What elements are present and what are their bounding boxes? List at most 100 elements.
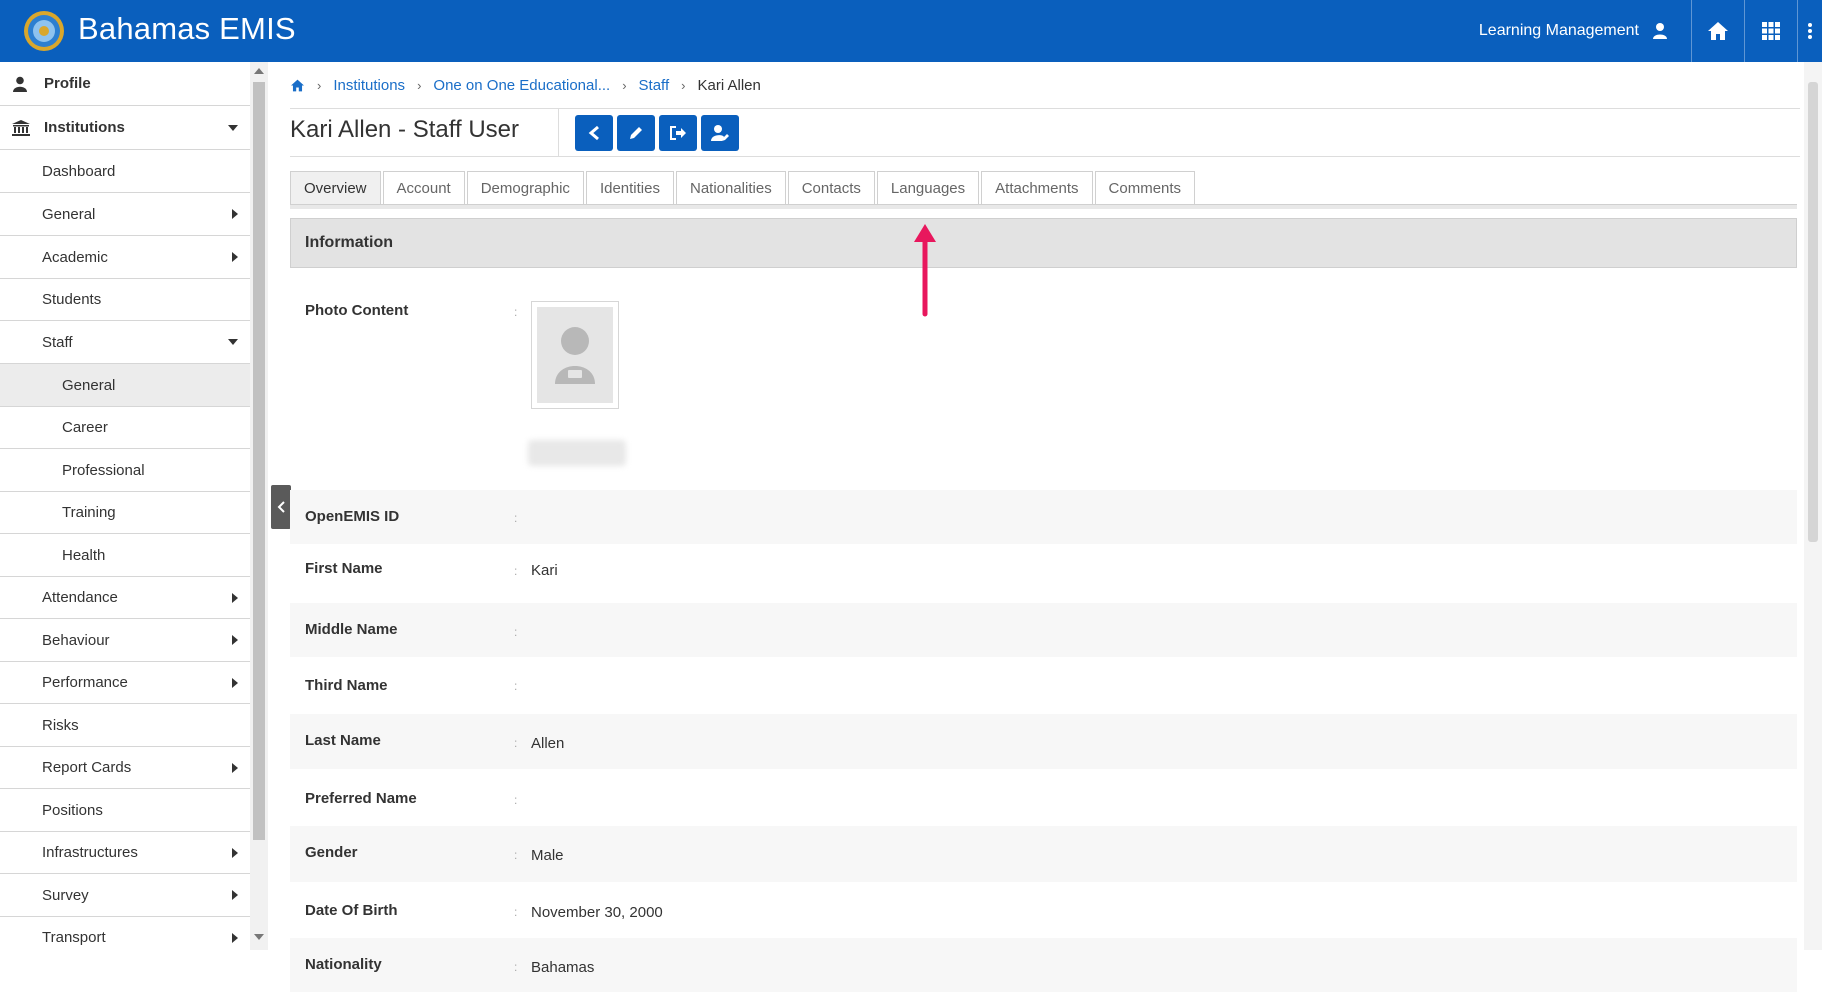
- tab-account[interactable]: Account: [382, 171, 465, 205]
- caret-right-icon: [232, 677, 238, 688]
- field-value: November 30, 2000: [531, 904, 663, 921]
- field-label: Photo Content: [305, 302, 409, 319]
- field-colon: :: [514, 960, 518, 974]
- sidebar-item-profile[interactable]: Profile: [0, 62, 250, 106]
- field-label: Date Of Birth: [305, 902, 398, 919]
- scroll-down-icon[interactable]: [254, 934, 264, 940]
- field-row-date-of-birth: Date Of Birth : November 30, 2000: [290, 882, 1797, 938]
- sidebar-item-survey[interactable]: Survey: [0, 874, 250, 917]
- field-row-nationality: Nationality : Bahamas: [290, 938, 1797, 992]
- page-scrollbar-thumb[interactable]: [1808, 82, 1818, 542]
- field-value: Male: [531, 847, 564, 864]
- field-label: Nationality: [305, 956, 382, 973]
- sidebar-item-attendance[interactable]: Attendance: [0, 577, 250, 619]
- breadcrumb-link[interactable]: Staff: [639, 77, 670, 94]
- sidebar-item-label: Training: [62, 504, 116, 521]
- tab-overview[interactable]: Overview: [290, 171, 381, 205]
- home-button[interactable]: [1692, 0, 1744, 62]
- caret-right-icon: [232, 932, 238, 943]
- breadcrumb-current: Kari Allen: [697, 76, 761, 94]
- tab-contacts[interactable]: Contacts: [787, 171, 875, 205]
- sidebar-item-general[interactable]: General: [0, 193, 250, 236]
- tab-comments[interactable]: Comments: [1094, 171, 1196, 205]
- sidebar-item-risks[interactable]: Risks: [0, 704, 250, 747]
- sidebar-item-health[interactable]: Health: [0, 534, 250, 577]
- caret-down-icon: [228, 124, 238, 131]
- sidebar-item-label: Staff: [42, 333, 73, 351]
- field-label: Third Name: [305, 677, 388, 694]
- field-label: Middle Name: [305, 621, 398, 638]
- field-value: Bahamas: [531, 959, 595, 976]
- sidebar-item-label: Institutions: [44, 119, 125, 136]
- sidebar-scrollbar[interactable]: [250, 62, 268, 950]
- section-header: Information: [290, 218, 1797, 268]
- field-row-openemis-id: OpenEMIS ID :: [290, 490, 1797, 544]
- sidebar-item-label: Positions: [42, 801, 103, 819]
- sidebar-collapse-button[interactable]: [271, 485, 291, 529]
- sidebar-item-infrastructures[interactable]: Infrastructures: [0, 832, 250, 874]
- field-colon: :: [514, 564, 518, 578]
- tab-languages[interactable]: Languages: [876, 171, 980, 205]
- sidebar-item-students[interactable]: Students: [0, 279, 250, 321]
- tab-attachments[interactable]: Attachments: [981, 171, 1093, 205]
- tab-demographic[interactable]: Demographic: [466, 171, 584, 205]
- sidebar-item-label: Behaviour: [42, 631, 110, 649]
- sidebar-item-label: Report Cards: [42, 759, 132, 776]
- sidebar-item-label: Transport: [42, 929, 106, 946]
- caret-right-icon: [232, 635, 238, 645]
- photo-placeholder: [537, 307, 613, 403]
- export-button[interactable]: [659, 115, 697, 151]
- field-row-middle-name: Middle Name :: [290, 603, 1797, 657]
- sidebar-item-professional[interactable]: Professional: [0, 449, 250, 492]
- sidebar-item-label: Risks: [42, 716, 79, 734]
- sidebar-item-report-cards[interactable]: Report Cards: [0, 747, 250, 789]
- field-label: OpenEMIS ID: [305, 508, 400, 525]
- edit-button[interactable]: [617, 115, 655, 151]
- home-icon[interactable]: [290, 79, 305, 92]
- sidebar-item-behaviour[interactable]: Behaviour: [0, 619, 250, 662]
- emis-logo-icon: [24, 11, 64, 51]
- sidebar-item-career[interactable]: Career: [0, 407, 250, 449]
- field-colon: :: [514, 511, 518, 525]
- sidebar-item-label: Academic: [42, 248, 108, 266]
- sidebar-item-performance[interactable]: Performance: [0, 662, 250, 704]
- apps-grid-button[interactable]: [1745, 0, 1797, 62]
- user-icon[interactable]: [1651, 22, 1669, 40]
- more-menu-button[interactable]: [1798, 0, 1822, 62]
- divider: [290, 108, 1800, 109]
- breadcrumb-link[interactable]: Institutions: [333, 77, 405, 94]
- back-button[interactable]: [575, 115, 613, 151]
- field-label: Preferred Name: [305, 790, 417, 807]
- sidebar-item-academic[interactable]: Academic: [0, 236, 250, 279]
- sidebar-item-dashboard[interactable]: Dashboard: [0, 150, 250, 193]
- sidebar-scrollbar-thumb[interactable]: [253, 82, 265, 840]
- change-user-button[interactable]: [701, 115, 739, 151]
- scroll-up-icon[interactable]: [254, 68, 264, 74]
- sidebar-item-label: Infrastructures: [42, 844, 138, 861]
- sidebar-item-institutions[interactable]: Institutions: [0, 106, 250, 150]
- tab-identities[interactable]: Identities: [585, 171, 674, 205]
- redacted-openemis-id: [528, 440, 626, 466]
- caret-right-icon: [232, 592, 238, 603]
- field-label: First Name: [305, 560, 383, 577]
- sidebar-item-positions[interactable]: Positions: [0, 789, 250, 832]
- field-label: Last Name: [305, 732, 381, 749]
- tab-nationalities[interactable]: Nationalities: [675, 171, 786, 205]
- learning-management-label[interactable]: Learning Management: [1479, 22, 1639, 40]
- sidebar-item-label: Health: [62, 546, 106, 564]
- field-row-third-name: Third Name :: [290, 657, 1797, 714]
- field-label: Gender: [305, 844, 358, 861]
- page-scrollbar[interactable]: [1804, 62, 1822, 950]
- sidebar-item-label: Profile: [44, 75, 91, 92]
- divider: [558, 109, 559, 156]
- divider: [290, 156, 1800, 157]
- sidebar-item-training[interactable]: Training: [0, 492, 250, 534]
- sidebar-item-transport[interactable]: Transport: [0, 917, 250, 950]
- field-colon: :: [514, 625, 518, 639]
- app-title[interactable]: Bahamas EMIS: [78, 11, 296, 47]
- annotation-arrow-icon: [914, 224, 936, 317]
- sidebar-item-staff[interactable]: Staff: [0, 321, 250, 364]
- sidebar-item-staff-general[interactable]: General: [0, 364, 250, 407]
- tab-bar: Overview Account Demographic Identities …: [290, 171, 1197, 205]
- breadcrumb-link[interactable]: One on One Educational...: [433, 77, 610, 94]
